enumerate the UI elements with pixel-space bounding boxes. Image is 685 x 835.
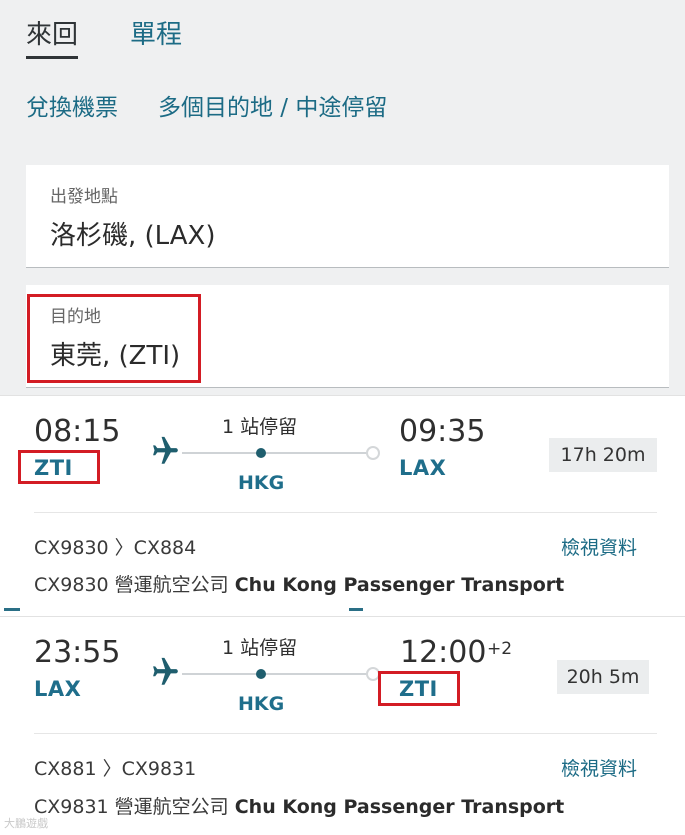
flight-numbers: CX881 〉CX9831 — [34, 758, 197, 780]
depart-time: 23:55 — [34, 635, 121, 670]
depart-code: ZTI — [34, 456, 73, 480]
operator-prefix: CX9831 營運航空公司 — [34, 796, 235, 818]
flight-card-1[interactable]: 08:15 ZTI 1 站停留 HKG 09:35 LAX 17h 20m CX… — [0, 395, 685, 610]
origin-label: 出發地點 — [50, 187, 118, 207]
destination-field[interactable]: 目的地 東莞, (ZTI) — [26, 285, 669, 388]
stopover-dot — [256, 448, 266, 458]
tab-round-trip[interactable]: 來回 — [26, 18, 79, 59]
redeem-tickets-link[interactable]: 兌換機票 — [26, 92, 118, 124]
operator-info: CX9830 營運航空公司 Chu Kong Passenger Transpo… — [34, 570, 564, 597]
booking-links: 兌換機票 多個目的地 / 中途停留 — [26, 92, 387, 124]
stopover-airport: HKG — [238, 472, 285, 494]
operator-name: Chu Kong Passenger Transport — [234, 796, 565, 818]
depart-time: 08:15 — [34, 414, 121, 449]
operator-name: Chu Kong Passenger Transport — [234, 574, 565, 596]
multi-city-link[interactable]: 多個目的地 / 中途停留 — [158, 92, 387, 124]
origin-field[interactable]: 出發地點 洛杉磯, (LAX) — [26, 165, 669, 268]
plane-icon — [153, 436, 178, 464]
destination-label: 目的地 — [50, 307, 101, 327]
tab-one-way[interactable]: 單程 — [130, 18, 182, 59]
depart-code: LAX — [34, 677, 82, 701]
duration-badge: 20h 5m — [557, 660, 649, 694]
operator-prefix: CX9830 營運航空公司 — [34, 574, 235, 596]
scroll-indicator-left — [4, 608, 20, 611]
view-details-link[interactable]: 檢視資料 — [561, 533, 637, 560]
card-divider — [34, 512, 657, 513]
trip-type-tabs: 來回 單程 — [26, 18, 182, 59]
origin-value: 洛杉磯, (LAX) — [50, 221, 216, 251]
flight-card-2[interactable]: 23:55 LAX 1 站停留 HKG 12:00 +2 ZTI 20h 5m … — [0, 616, 685, 835]
stops-label: 1 站停留 — [222, 637, 298, 659]
plane-icon — [153, 657, 178, 685]
route-end-dot — [366, 446, 380, 460]
arrive-code: LAX — [399, 456, 447, 480]
view-details-link[interactable]: 檢視資料 — [561, 754, 637, 781]
stopover-dot — [256, 669, 266, 679]
route-line — [182, 452, 372, 454]
arrive-day-offset: +2 — [487, 639, 513, 659]
duration-badge: 17h 20m — [549, 438, 657, 472]
flight-numbers: CX9830 〉CX884 — [34, 537, 197, 559]
stops-label: 1 站停留 — [222, 416, 298, 438]
destination-value: 東莞, (ZTI) — [50, 341, 181, 371]
card-divider — [34, 733, 657, 734]
stopover-airport: HKG — [238, 693, 285, 715]
operator-info: CX9831 營運航空公司 Chu Kong Passenger Transpo… — [34, 792, 564, 819]
search-form: 來回 單程 兌換機票 多個目的地 / 中途停留 出發地點 洛杉磯, (LAX) … — [0, 0, 685, 395]
scroll-indicator-mid — [349, 608, 363, 611]
arrive-code: ZTI — [399, 677, 438, 701]
arrive-time: 09:35 — [399, 414, 486, 449]
arrive-time: 12:00 — [400, 635, 487, 670]
watermark: 大鵬遊戲 — [4, 817, 48, 830]
route-line — [182, 673, 372, 675]
route-end-dot — [366, 667, 380, 681]
